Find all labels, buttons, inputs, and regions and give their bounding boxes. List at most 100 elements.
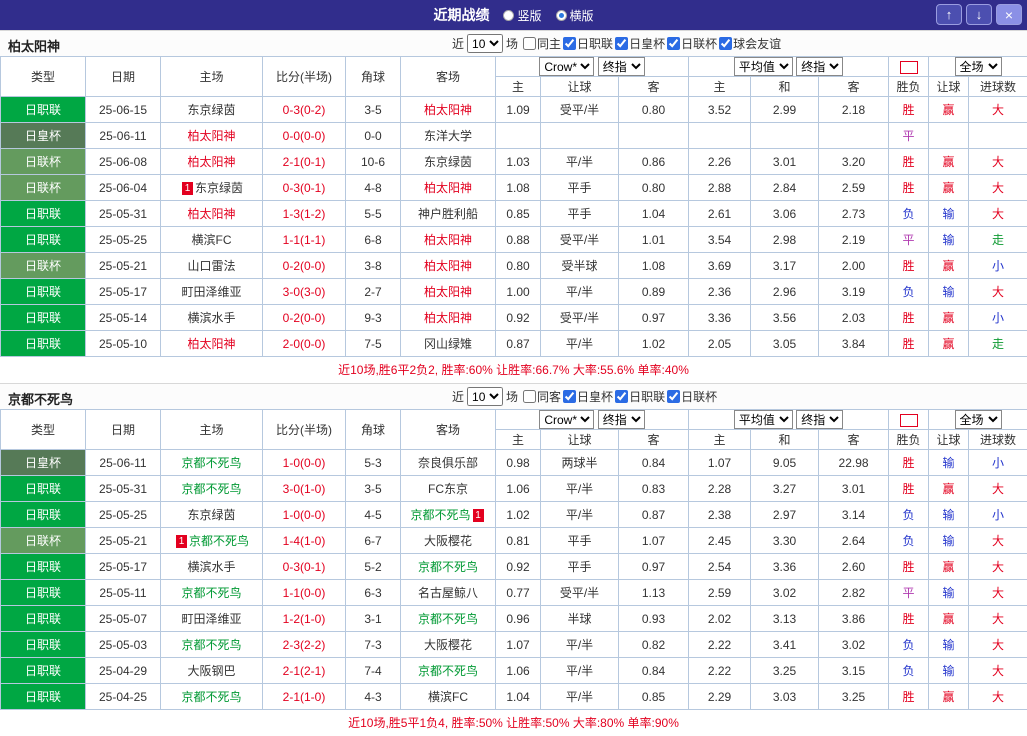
euro-home-odds-cell: 2.22 (689, 658, 751, 684)
date-cell: 25-05-31 (86, 476, 161, 502)
handicap-result-cell: 赢 (929, 97, 969, 123)
score-cell: 2-1(2-1) (263, 658, 346, 684)
period-select[interactable]: 全场 (955, 57, 1002, 76)
asia-odds-group: Crow* 终指 (496, 57, 689, 77)
team-link[interactable]: 柏太阳神 (424, 259, 472, 273)
asia-stage-select[interactable]: 终指 (598, 57, 645, 76)
team-cell: 柏太阳神 (161, 331, 263, 357)
move-down-button[interactable]: ↓ (966, 4, 992, 25)
team-link[interactable]: FC东京 (428, 482, 468, 496)
team-link[interactable]: 町田泽维亚 (181, 612, 241, 626)
euro-stage-select[interactable]: 终指 (796, 410, 843, 429)
team-cell: 神户胜利船 (401, 201, 496, 227)
euro-home-odds-cell: 1.07 (689, 450, 751, 476)
filter-checkbox-日联杯[interactable]: 日联杯 (667, 388, 717, 405)
corner-cell: 4-5 (346, 502, 401, 528)
asia-away-odds-cell (619, 123, 689, 149)
filter-checkbox-日皇杯[interactable]: 日皇杯 (615, 35, 665, 52)
checkbox-input[interactable] (615, 37, 628, 50)
radio-horizontal-layout[interactable]: 横版 (556, 7, 594, 24)
team-link[interactable]: 横滨水手 (187, 560, 235, 574)
team-link[interactable]: 东洋大学 (424, 129, 472, 143)
asia-away-odds-cell: 0.97 (619, 305, 689, 331)
team-cell: 东京绿茵 (161, 97, 263, 123)
asia-source-select[interactable]: Crow* (539, 57, 594, 76)
team-link[interactable]: 大阪樱花 (424, 638, 472, 652)
team-link[interactable]: 柏太阳神 (424, 311, 472, 325)
checkbox-input[interactable] (615, 390, 628, 403)
team-link[interactable]: 町田泽维亚 (181, 285, 241, 299)
filter-checkbox-日皇杯[interactable]: 日皇杯 (563, 388, 613, 405)
team-link[interactable]: 横滨水手 (187, 311, 235, 325)
period-select[interactable]: 全场 (955, 410, 1002, 429)
radio-unselected-icon (503, 10, 514, 21)
checkbox-input[interactable] (667, 37, 680, 50)
asia-stage-select[interactable]: 终指 (598, 410, 645, 429)
team-link[interactable]: 横滨FC (192, 233, 232, 247)
checkbox-input[interactable] (523, 37, 536, 50)
asia-home-odds-cell: 1.06 (496, 476, 541, 502)
team-link[interactable]: 京都不死鸟 (418, 612, 478, 626)
team-cell: 横滨FC (401, 684, 496, 710)
team-link[interactable]: 京都不死鸟 (181, 456, 241, 470)
filter-controls: 近 10 场 同主日职联日皇杯日联杯球会友谊 (452, 34, 781, 53)
team-link[interactable]: 柏太阳神 (187, 207, 235, 221)
filter-checkbox-日职联[interactable]: 日职联 (615, 388, 665, 405)
asia-away-odds-cell: 0.97 (619, 554, 689, 580)
team-link[interactable]: 京都不死鸟 (181, 638, 241, 652)
euro-stage-select[interactable]: 终指 (796, 57, 843, 76)
checkbox-input[interactable] (523, 390, 536, 403)
team-link[interactable]: 神户胜利船 (418, 207, 478, 221)
team-link[interactable]: 东京绿茵 (187, 103, 235, 117)
team-link[interactable]: 山口雷法 (187, 259, 235, 273)
euro-source-select[interactable]: 平均值 (734, 410, 793, 429)
checkbox-input[interactable] (667, 390, 680, 403)
team-link[interactable]: 东京绿茵 (424, 155, 472, 169)
radio-vertical-layout[interactable]: 竖版 (503, 7, 541, 24)
team-link[interactable]: 柏太阳神 (424, 103, 472, 117)
team-link[interactable]: 京都不死鸟 (189, 534, 249, 548)
score-cell: 2-0(0-0) (263, 331, 346, 357)
match-count-select[interactable]: 10 (467, 34, 503, 53)
team-link[interactable]: 柏太阳神 (187, 337, 235, 351)
team-link[interactable]: 京都不死鸟 (181, 586, 241, 600)
move-up-button[interactable]: ↑ (936, 4, 962, 25)
team-link[interactable]: 大阪樱花 (424, 534, 472, 548)
team-link[interactable]: 冈山绿雉 (424, 337, 472, 351)
asia-source-select[interactable]: Crow* (539, 410, 594, 429)
checkbox-input[interactable] (719, 37, 732, 50)
filter-checkbox-日联杯[interactable]: 日联杯 (667, 35, 717, 52)
close-button[interactable]: × (996, 4, 1022, 25)
match-row: 日职联25-05-25横滨FC1-1(1-1)6-8柏太阳神0.88受平/半1.… (1, 227, 1027, 253)
filter-checkbox-日职联[interactable]: 日职联 (563, 35, 613, 52)
team-link[interactable]: 京都不死鸟 (418, 560, 478, 574)
team-link[interactable]: 京都不死鸟 (418, 664, 478, 678)
team-link[interactable]: 东京绿茵 (195, 181, 243, 195)
team-link[interactable]: 柏太阳神 (424, 233, 472, 247)
team-link[interactable]: 柏太阳神 (187, 155, 235, 169)
checkbox-input[interactable] (563, 390, 576, 403)
team-link[interactable]: 京都不死鸟 (181, 690, 241, 704)
team-link[interactable]: 柏太阳神 (187, 129, 235, 143)
team-link[interactable]: 横滨FC (428, 690, 468, 704)
filter-checkbox-同客[interactable]: 同客 (523, 388, 561, 405)
team-link[interactable]: 名古屋鲸八 (418, 586, 478, 600)
asia-handicap-odds-cell: 受平/半 (541, 580, 619, 606)
team-link[interactable]: 东京绿茵 (187, 508, 235, 522)
checkbox-input[interactable] (563, 37, 576, 50)
team-link[interactable]: 柏太阳神 (424, 181, 472, 195)
team-name: 京都不死鸟 (8, 389, 73, 408)
match-count-select[interactable]: 10 (467, 387, 503, 406)
team-link[interactable]: 京都不死鸟 (181, 482, 241, 496)
team-link[interactable]: 奈良俱乐部 (418, 456, 478, 470)
result-cell: 胜 (889, 606, 929, 632)
team-link[interactable]: 柏太阳神 (424, 285, 472, 299)
euro-draw-odds-cell: 3.27 (751, 476, 819, 502)
euro-source-select[interactable]: 平均值 (734, 57, 793, 76)
asia-handicap-odds-cell: 受平/半 (541, 97, 619, 123)
filter-checkbox-球会友谊[interactable]: 球会友谊 (719, 35, 781, 52)
filter-checkbox-同主[interactable]: 同主 (523, 35, 561, 52)
col-asia-home: 主 (496, 77, 541, 97)
team-link[interactable]: 京都不死鸟 (410, 508, 470, 522)
team-link[interactable]: 大阪钢巴 (187, 664, 235, 678)
